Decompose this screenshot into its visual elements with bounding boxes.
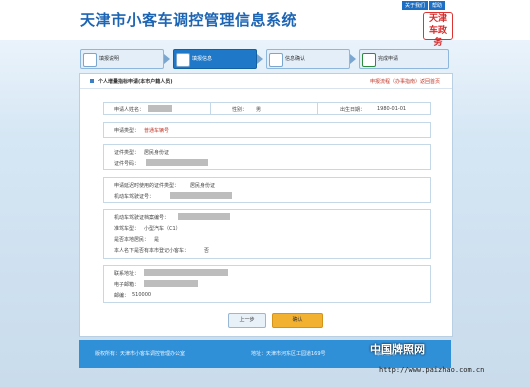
step-arrow-icon — [350, 54, 356, 64]
document-icon — [83, 53, 97, 67]
local-resident-value: 是 — [154, 237, 160, 243]
name-value-redacted — [148, 105, 172, 112]
local-resident-label: 是否本地居民： — [114, 237, 150, 243]
top-links: 关于我们 帮助 — [402, 1, 446, 10]
help-link[interactable]: 帮助 — [429, 1, 446, 10]
footer-address: 地址：天津市河东区工园道169号 — [251, 351, 326, 357]
confirm-button[interactable]: 确认 — [272, 313, 323, 328]
id-section: 证件类型： 居民身份证 证件号码： — [103, 144, 431, 170]
header-bar: 天津市小客车调控管理信息系统 关于我们 帮助 天津 车政务 — [0, 0, 530, 48]
vehicle-class-value: 小型汽车（C1） — [144, 226, 181, 232]
step-fill-instructions: 填报说明 — [80, 49, 164, 69]
site-title: 天津市小客车调控管理信息系统 — [80, 11, 298, 29]
apply-type-label: 申请类型： — [114, 128, 140, 134]
owned-car-label: 本人名下是否有本市登记小客车： — [114, 248, 190, 254]
address-redacted — [144, 269, 228, 276]
alt-id-type-value: 居民身份证 — [190, 183, 216, 189]
pencil-icon — [176, 53, 190, 67]
license-file-redacted — [178, 213, 230, 220]
owned-car-value: 否 — [204, 248, 210, 254]
id-type-value: 居民身份证 — [144, 150, 170, 156]
contact-section: 联系地址： 电子邮箱： 邮编： 510000 — [103, 265, 431, 303]
footer-sponsor: 版权所有：天津市小客车调控管理办公室 — [95, 351, 186, 357]
panel-links[interactable]: 申报流程（办事指南）返回首页 — [370, 78, 440, 85]
license-file-label: 机动车驾驶证档案编号： — [114, 215, 170, 221]
about-link[interactable]: 关于我们 — [402, 1, 429, 10]
id-number-label: 证件号码： — [114, 161, 140, 167]
watermark-url: http://www.paizhao.com.cn — [379, 366, 485, 374]
id-type-label: 证件类型： — [114, 150, 140, 156]
site-logo: 天津 车政务 — [423, 12, 453, 48]
apply-type-value: 普通车辆号 — [144, 128, 170, 134]
step-complete: 完成申请 — [359, 49, 449, 69]
license-number-label: 机动车驾驶证号： — [114, 194, 155, 200]
birth-value: 1980-01-01 — [377, 106, 407, 112]
name-label: 申请人姓名： — [114, 107, 145, 113]
watermark-brand: 中国牌照网 — [370, 343, 425, 356]
address-label: 联系地址： — [114, 271, 140, 277]
postal-value: 510000 — [132, 292, 152, 298]
id-number-redacted — [146, 159, 208, 166]
panel-header: 个人增量指标申请(本市户籍人员) 申报流程（办事指南）返回首页 — [80, 74, 452, 89]
driver-info-section: 机动车驾驶证档案编号： 准驾车型： 小型汽车（C1） 是否本地居民： 是 本人名… — [103, 209, 431, 259]
email-redacted — [144, 280, 198, 287]
step-arrow-icon — [164, 54, 170, 64]
email-label: 电子邮箱： — [114, 282, 140, 288]
apply-type-section: 申请类型： 普通车辆号 — [103, 122, 431, 138]
step-arrow-icon — [257, 54, 263, 64]
bullet-icon — [90, 79, 94, 83]
alt-id-section: 申请延迟时使用的证件类型： 居民身份证 机动车驾驶证号： — [103, 177, 431, 203]
gender-value: 男 — [256, 107, 262, 113]
alt-id-type-label: 申请延迟时使用的证件类型： — [114, 183, 180, 189]
prev-step-button[interactable]: 上一步 — [228, 313, 266, 328]
progress-steps: 填报说明 填报信息 信息确认 完成申请 — [80, 47, 449, 69]
panel-title: 个人增量指标申请(本市户籍人员) — [98, 79, 173, 85]
step-confirm-info: 信息确认 — [266, 49, 350, 69]
license-number-redacted — [170, 192, 232, 199]
checkmark-icon — [362, 53, 376, 67]
applicant-row: 申请人姓名： 性别： 男 出生日期： 1980-01-01 — [103, 102, 431, 115]
step-fill-info: 填报信息 — [173, 49, 257, 69]
vehicle-class-label: 准驾车型： — [114, 226, 140, 232]
postal-label: 邮编： — [114, 293, 130, 299]
gender-label: 性别： — [232, 107, 248, 113]
birth-label: 出生日期： — [340, 107, 366, 113]
application-panel: 个人增量指标申请(本市户籍人员) 申报流程（办事指南）返回首页 申请人姓名： 性… — [79, 73, 453, 337]
monitor-icon — [269, 53, 283, 67]
